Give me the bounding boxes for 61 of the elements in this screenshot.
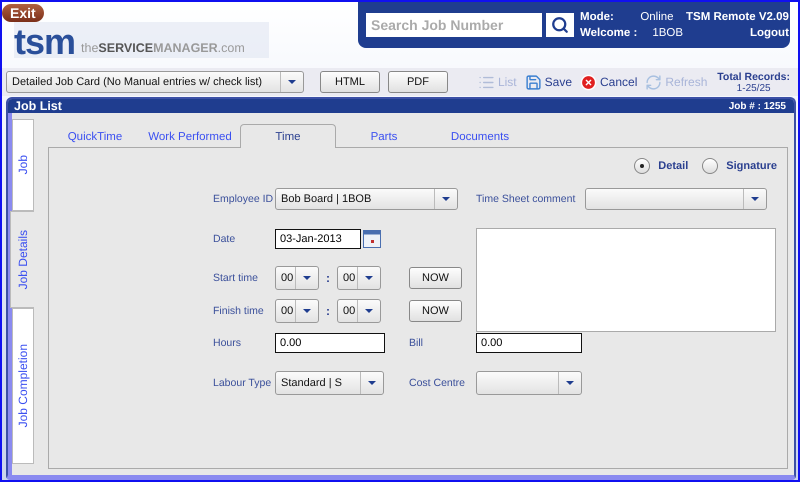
time-separator: : bbox=[326, 304, 330, 318]
field-label: Labour Type bbox=[213, 377, 272, 389]
toolbar-button[interactable]: Save bbox=[524, 74, 572, 90]
comment-field[interactable] bbox=[476, 228, 776, 332]
tab[interactable]: Time bbox=[240, 124, 336, 148]
mode-label: Mode: bbox=[580, 11, 615, 23]
calendar-icon[interactable] bbox=[363, 230, 381, 248]
time-separator: : bbox=[326, 271, 330, 285]
refresh-icon bbox=[645, 74, 662, 90]
tab[interactable]: Parts bbox=[336, 127, 432, 147]
cost-centre-dropdown[interactable] bbox=[476, 371, 582, 395]
user-name: 1BOB bbox=[651, 27, 683, 39]
export-button[interactable]: PDF bbox=[388, 71, 448, 93]
now-button[interactable]: NOW bbox=[409, 300, 462, 322]
logo: tsm theSERVICEMANAGER.com bbox=[14, 22, 269, 58]
panel-title: Job List bbox=[14, 99, 62, 113]
radio-option[interactable]: Detail bbox=[634, 158, 688, 174]
exit-button[interactable]: Exit bbox=[2, 4, 44, 22]
side-tab[interactable]: Job Details bbox=[10, 211, 34, 308]
logout-link[interactable]: Logout bbox=[686, 27, 789, 39]
hours-field[interactable]: 0.00 bbox=[275, 333, 385, 353]
mode-value: Online bbox=[640, 11, 675, 23]
total-records-value: 1-25/25 bbox=[736, 82, 771, 94]
search-icon bbox=[551, 16, 569, 34]
report-dropdown[interactable]: Detailed Job Card (No Manual entries w/ check list) bbox=[6, 71, 304, 93]
total-records-label: Total Records: bbox=[717, 70, 790, 82]
field-label: Start time bbox=[213, 272, 259, 284]
hour-dropdown[interactable]: 00 bbox=[275, 266, 319, 290]
field-label: Cost Centre bbox=[409, 377, 466, 389]
tab[interactable]: Work Performed bbox=[140, 127, 240, 147]
tab[interactable]: Documents bbox=[432, 127, 528, 147]
field-label: Date bbox=[213, 233, 236, 245]
field-label: Bill bbox=[409, 337, 424, 349]
search-button[interactable] bbox=[546, 13, 574, 37]
date-field[interactable]: 03-Jan-2013 bbox=[275, 229, 361, 249]
field-label: Hours bbox=[213, 337, 242, 349]
hour-dropdown[interactable]: 00 bbox=[275, 299, 319, 323]
close-icon bbox=[580, 74, 597, 90]
search-field[interactable]: Search Job Number bbox=[366, 13, 542, 37]
comment-dropdown[interactable] bbox=[585, 188, 768, 210]
save-icon bbox=[524, 74, 542, 90]
minute-dropdown[interactable]: 00 bbox=[337, 266, 381, 290]
field-label: Employee ID bbox=[213, 193, 274, 205]
side-tab[interactable]: Job Completion bbox=[12, 308, 34, 464]
radio-button[interactable] bbox=[634, 158, 650, 174]
welcome-label: Welcome : bbox=[580, 27, 638, 39]
field-label: Time Sheet comment bbox=[476, 193, 576, 205]
tab[interactable]: QuickTime bbox=[50, 127, 140, 147]
labour-type-dropdown[interactable]: Standard | S bbox=[275, 371, 384, 395]
export-button[interactable]: HTML bbox=[320, 71, 380, 93]
radio-option[interactable]: Signature bbox=[702, 158, 777, 174]
job-number: Job # : 1255 bbox=[728, 100, 786, 112]
app-title: TSM Remote V2.09 bbox=[686, 11, 789, 23]
radio-button[interactable] bbox=[702, 158, 718, 174]
toolbar-button[interactable]: Cancel bbox=[580, 74, 638, 90]
employee-dropdown[interactable]: Bob Board | 1BOB bbox=[275, 188, 458, 210]
minute-dropdown[interactable]: 00 bbox=[337, 299, 381, 323]
side-tab[interactable]: Job bbox=[12, 119, 34, 211]
bill-field[interactable]: 0.00 bbox=[476, 333, 582, 353]
field-label: Finish time bbox=[213, 305, 265, 317]
now-button[interactable]: NOW bbox=[409, 267, 462, 289]
